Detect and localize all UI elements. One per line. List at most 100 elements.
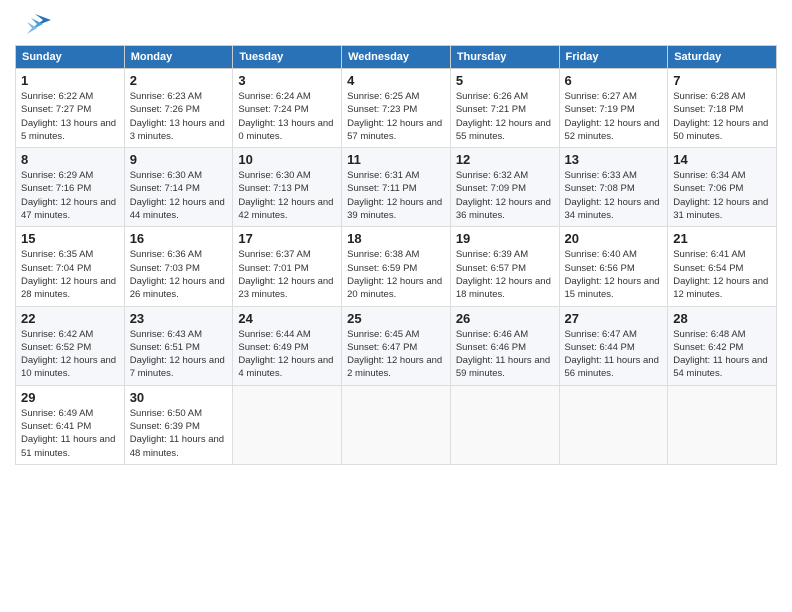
day-info: Sunrise: 6:28 AM Sunset: 7:18 PM Dayligh… bbox=[673, 90, 771, 143]
calendar-cell: 17 Sunrise: 6:37 AM Sunset: 7:01 PM Dayli… bbox=[233, 227, 342, 306]
calendar-cell: 24Sunrise: 6:44 AM Sunset: 6:49 PM Dayli… bbox=[233, 306, 342, 385]
calendar-cell: 6 Sunrise: 6:27 AM Sunset: 7:19 PM Daylig… bbox=[559, 69, 668, 148]
calendar-cell: 7 Sunrise: 6:28 AM Sunset: 7:18 PM Daylig… bbox=[668, 69, 777, 148]
weekday-header-thursday: Thursday bbox=[450, 46, 559, 69]
logo-icon bbox=[15, 10, 51, 40]
day-number: 2 bbox=[130, 73, 228, 88]
weekday-header-saturday: Saturday bbox=[668, 46, 777, 69]
calendar-cell: 27 Sunrise: 6:47 AM Sunset: 6:44 PM Dayli… bbox=[559, 306, 668, 385]
calendar-week-row: 8Sunrise: 6:29 AM Sunset: 7:16 PM Daylig… bbox=[16, 148, 777, 227]
calendar-cell: 22Sunrise: 6:42 AM Sunset: 6:52 PM Dayli… bbox=[16, 306, 125, 385]
calendar-cell bbox=[450, 385, 559, 464]
page-header bbox=[15, 10, 777, 40]
day-number: 19 bbox=[456, 231, 554, 246]
day-number: 12 bbox=[456, 152, 554, 167]
day-number: 17 bbox=[238, 231, 336, 246]
calendar-cell: 20 Sunrise: 6:40 AM Sunset: 6:56 PM Dayli… bbox=[559, 227, 668, 306]
day-number: 3 bbox=[238, 73, 336, 88]
day-number: 24 bbox=[238, 311, 336, 326]
day-number: 4 bbox=[347, 73, 445, 88]
day-number: 9 bbox=[130, 152, 228, 167]
day-number: 11 bbox=[347, 152, 445, 167]
day-info: Sunrise: 6:29 AM Sunset: 7:16 PM Dayligh… bbox=[21, 169, 119, 222]
calendar-cell: 13 Sunrise: 6:33 AM Sunset: 7:08 PM Dayli… bbox=[559, 148, 668, 227]
day-info: Sunrise: 6:42 AM Sunset: 6:52 PM Dayligh… bbox=[21, 328, 119, 381]
day-info: Sunrise: 6:27 AM Sunset: 7:19 PM Dayligh… bbox=[565, 90, 663, 143]
day-number: 1 bbox=[21, 73, 119, 88]
calendar-cell: 25 Sunrise: 6:45 AM Sunset: 6:47 PM Dayli… bbox=[342, 306, 451, 385]
day-number: 23 bbox=[130, 311, 228, 326]
weekday-header-wednesday: Wednesday bbox=[342, 46, 451, 69]
calendar-cell: 15 Sunrise: 6:35 AM Sunset: 7:04 PM Dayli… bbox=[16, 227, 125, 306]
day-number: 7 bbox=[673, 73, 771, 88]
day-info: Sunrise: 6:40 AM Sunset: 6:56 PM Dayligh… bbox=[565, 248, 663, 301]
calendar-cell: 10Sunrise: 6:30 AM Sunset: 7:13 PM Dayli… bbox=[233, 148, 342, 227]
calendar-week-row: 15 Sunrise: 6:35 AM Sunset: 7:04 PM Dayli… bbox=[16, 227, 777, 306]
day-info: Sunrise: 6:22 AM Sunset: 7:27 PM Dayligh… bbox=[21, 90, 119, 143]
day-number: 6 bbox=[565, 73, 663, 88]
day-number: 20 bbox=[565, 231, 663, 246]
weekday-header-row: SundayMondayTuesdayWednesdayThursdayFrid… bbox=[16, 46, 777, 69]
calendar-cell: 1 Sunrise: 6:22 AM Sunset: 7:27 PM Daylig… bbox=[16, 69, 125, 148]
weekday-header-friday: Friday bbox=[559, 46, 668, 69]
day-info: Sunrise: 6:50 AM Sunset: 6:39 PM Dayligh… bbox=[130, 407, 228, 460]
day-number: 25 bbox=[347, 311, 445, 326]
calendar-cell: 29 Sunrise: 6:49 AM Sunset: 6:41 PM Dayli… bbox=[16, 385, 125, 464]
day-info: Sunrise: 6:32 AM Sunset: 7:09 PM Dayligh… bbox=[456, 169, 554, 222]
calendar-cell: 14Sunrise: 6:34 AM Sunset: 7:06 PM Dayli… bbox=[668, 148, 777, 227]
day-info: Sunrise: 6:25 AM Sunset: 7:23 PM Dayligh… bbox=[347, 90, 445, 143]
logo bbox=[15, 10, 55, 40]
day-number: 18 bbox=[347, 231, 445, 246]
calendar-cell: 8Sunrise: 6:29 AM Sunset: 7:16 PM Daylig… bbox=[16, 148, 125, 227]
day-info: Sunrise: 6:35 AM Sunset: 7:04 PM Dayligh… bbox=[21, 248, 119, 301]
day-info: Sunrise: 6:24 AM Sunset: 7:24 PM Dayligh… bbox=[238, 90, 336, 143]
day-number: 16 bbox=[130, 231, 228, 246]
calendar-cell: 5 Sunrise: 6:26 AM Sunset: 7:21 PM Daylig… bbox=[450, 69, 559, 148]
day-info: Sunrise: 6:47 AM Sunset: 6:44 PM Dayligh… bbox=[565, 328, 663, 381]
calendar-cell bbox=[233, 385, 342, 464]
calendar-week-row: 22Sunrise: 6:42 AM Sunset: 6:52 PM Dayli… bbox=[16, 306, 777, 385]
day-number: 29 bbox=[21, 390, 119, 405]
day-info: Sunrise: 6:41 AM Sunset: 6:54 PM Dayligh… bbox=[673, 248, 771, 301]
calendar-cell: 18 Sunrise: 6:38 AM Sunset: 6:59 PM Dayli… bbox=[342, 227, 451, 306]
day-number: 5 bbox=[456, 73, 554, 88]
calendar-cell bbox=[668, 385, 777, 464]
day-info: Sunrise: 6:49 AM Sunset: 6:41 PM Dayligh… bbox=[21, 407, 119, 460]
day-number: 21 bbox=[673, 231, 771, 246]
day-info: Sunrise: 6:26 AM Sunset: 7:21 PM Dayligh… bbox=[456, 90, 554, 143]
calendar-cell: 26 Sunrise: 6:46 AM Sunset: 6:46 PM Dayli… bbox=[450, 306, 559, 385]
day-info: Sunrise: 6:36 AM Sunset: 7:03 PM Dayligh… bbox=[130, 248, 228, 301]
day-info: Sunrise: 6:43 AM Sunset: 6:51 PM Dayligh… bbox=[130, 328, 228, 381]
day-info: Sunrise: 6:37 AM Sunset: 7:01 PM Dayligh… bbox=[238, 248, 336, 301]
day-number: 10 bbox=[238, 152, 336, 167]
day-number: 15 bbox=[21, 231, 119, 246]
calendar-cell: 23 Sunrise: 6:43 AM Sunset: 6:51 PM Dayli… bbox=[124, 306, 233, 385]
calendar-cell: 2Sunrise: 6:23 AM Sunset: 7:26 PM Daylig… bbox=[124, 69, 233, 148]
day-info: Sunrise: 6:38 AM Sunset: 6:59 PM Dayligh… bbox=[347, 248, 445, 301]
weekday-header-monday: Monday bbox=[124, 46, 233, 69]
calendar-cell: 28 Sunrise: 6:48 AM Sunset: 6:42 PM Dayli… bbox=[668, 306, 777, 385]
calendar-cell: 12 Sunrise: 6:32 AM Sunset: 7:09 PM Dayli… bbox=[450, 148, 559, 227]
day-number: 13 bbox=[565, 152, 663, 167]
calendar-cell bbox=[342, 385, 451, 464]
day-number: 26 bbox=[456, 311, 554, 326]
calendar-week-row: 1 Sunrise: 6:22 AM Sunset: 7:27 PM Daylig… bbox=[16, 69, 777, 148]
calendar-table: SundayMondayTuesdayWednesdayThursdayFrid… bbox=[15, 45, 777, 465]
calendar-cell: 3 Sunrise: 6:24 AM Sunset: 7:24 PM Daylig… bbox=[233, 69, 342, 148]
day-info: Sunrise: 6:48 AM Sunset: 6:42 PM Dayligh… bbox=[673, 328, 771, 381]
day-info: Sunrise: 6:45 AM Sunset: 6:47 PM Dayligh… bbox=[347, 328, 445, 381]
day-info: Sunrise: 6:39 AM Sunset: 6:57 PM Dayligh… bbox=[456, 248, 554, 301]
calendar-cell: 16 Sunrise: 6:36 AM Sunset: 7:03 PM Dayli… bbox=[124, 227, 233, 306]
calendar-cell: 9Sunrise: 6:30 AM Sunset: 7:14 PM Daylig… bbox=[124, 148, 233, 227]
day-info: Sunrise: 6:31 AM Sunset: 7:11 PM Dayligh… bbox=[347, 169, 445, 222]
day-number: 28 bbox=[673, 311, 771, 326]
calendar-cell: 4 Sunrise: 6:25 AM Sunset: 7:23 PM Daylig… bbox=[342, 69, 451, 148]
day-info: Sunrise: 6:34 AM Sunset: 7:06 PM Dayligh… bbox=[673, 169, 771, 222]
calendar-week-row: 29 Sunrise: 6:49 AM Sunset: 6:41 PM Dayli… bbox=[16, 385, 777, 464]
day-number: 27 bbox=[565, 311, 663, 326]
day-number: 30 bbox=[130, 390, 228, 405]
day-info: Sunrise: 6:33 AM Sunset: 7:08 PM Dayligh… bbox=[565, 169, 663, 222]
day-info: Sunrise: 6:46 AM Sunset: 6:46 PM Dayligh… bbox=[456, 328, 554, 381]
calendar-cell: 19 Sunrise: 6:39 AM Sunset: 6:57 PM Dayli… bbox=[450, 227, 559, 306]
weekday-header-sunday: Sunday bbox=[16, 46, 125, 69]
